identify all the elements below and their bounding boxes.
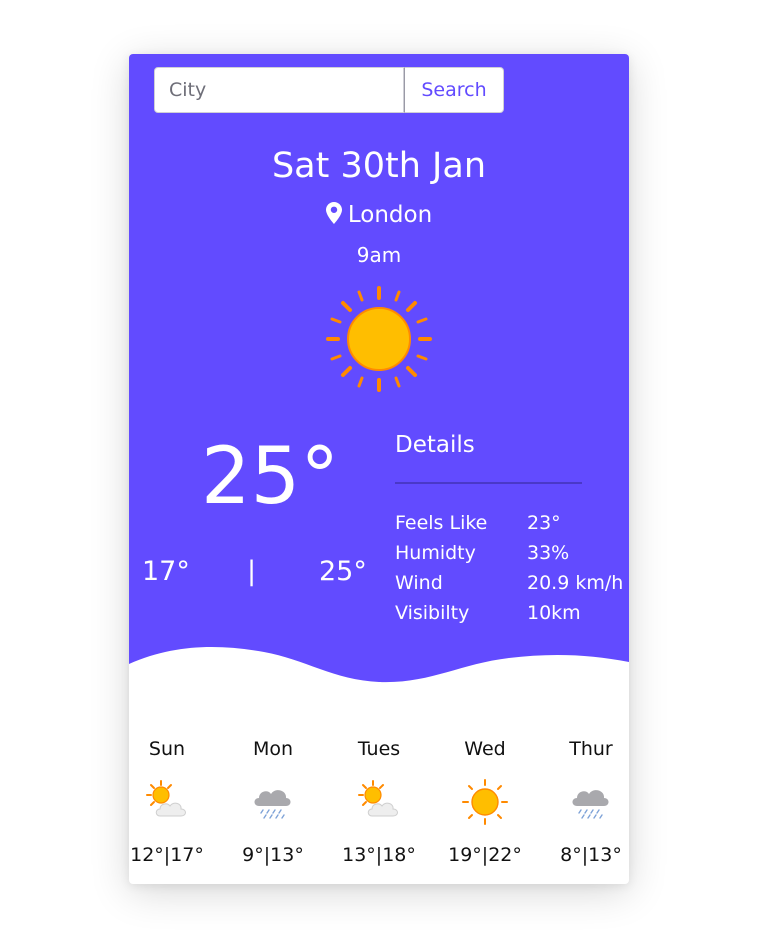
forecast-temps: 12°|17° <box>130 844 204 866</box>
current-temperature: 25° <box>201 432 340 522</box>
forecast-temps: 19°|22° <box>448 844 522 866</box>
details-label: Feels Like <box>395 512 488 534</box>
wave-divider <box>129 647 629 704</box>
forecast-day-name: Sun <box>148 738 186 760</box>
partly-cloudy-icon <box>358 780 398 817</box>
forecast-day-wed: Wed 19°|22° <box>432 738 538 866</box>
rain-cloud-icon <box>254 790 291 819</box>
low-temperature: 17° <box>142 556 190 587</box>
details-row-feels-like: Feels Like 23° <box>395 508 623 538</box>
temperature-separator: | <box>247 556 257 587</box>
location-name: London <box>347 202 433 228</box>
forecast-day-name: Tues <box>357 738 401 760</box>
map-pin-icon <box>325 202 342 224</box>
details-heading: Details <box>395 432 475 458</box>
details-value: 20.9 km/h <box>527 572 624 594</box>
search-bar: Search <box>154 67 504 113</box>
city-search-input[interactable] <box>154 67 404 113</box>
details-label: Humidty <box>395 542 476 564</box>
forecast-temps: 8°|13° <box>560 844 622 866</box>
forecast-day-sun: Sun 12°|17° <box>129 738 220 866</box>
details-value: 33% <box>527 542 570 564</box>
forecast-temps: 9°|13° <box>242 844 304 866</box>
high-temperature: 25° <box>319 556 367 587</box>
forecast-day-tues: Tues 13°|18° <box>326 738 432 866</box>
details-row-visibility: Visibilty 10km <box>395 598 623 628</box>
sun-icon <box>326 286 432 392</box>
partly-cloudy-icon <box>146 780 186 817</box>
current-time: 9am <box>356 243 402 267</box>
forecast-day-name: Thur <box>569 738 613 760</box>
current-date: Sat 30th Jan <box>271 146 487 186</box>
sun-icon <box>462 779 508 825</box>
forecast-day-name: Mon <box>252 738 294 760</box>
weather-card: Search Sat 30th Jan London 9am <box>129 54 629 884</box>
details-divider <box>395 482 582 484</box>
search-button[interactable]: Search <box>404 67 504 113</box>
forecast-day-thur: Thur 8°|13° <box>538 738 629 866</box>
forecast-day-mon: Mon 9°|13° <box>220 738 326 866</box>
forecast-temps: 13°|18° <box>342 844 416 866</box>
details-label: Wind <box>395 572 443 594</box>
details-row-humidity: Humidty 33% <box>395 538 623 568</box>
details-value: 23° <box>527 512 561 534</box>
rain-cloud-icon <box>572 790 609 819</box>
details-value: 10km <box>527 602 581 624</box>
forecast-row: Sun 12°|17° Mon 9°|13° Tues 13°|18° Wed … <box>129 738 629 866</box>
details-row-wind: Wind 20.9 km/h <box>395 568 623 598</box>
forecast-day-name: Wed <box>464 738 506 760</box>
details-table: Feels Like 23° Humidty 33% Wind 20.9 km/… <box>395 508 623 628</box>
details-label: Visibilty <box>395 602 470 624</box>
location-label: London <box>129 202 629 228</box>
